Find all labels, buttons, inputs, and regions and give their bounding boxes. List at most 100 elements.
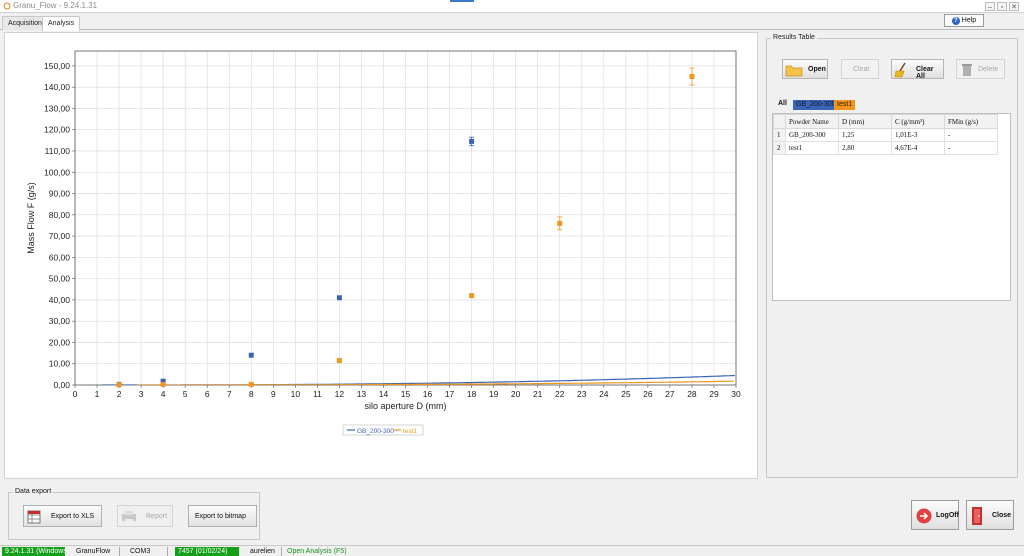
table-row[interactable]: 1 GB_200-300 1,25 1,01E-3 - xyxy=(773,128,998,142)
clear-label: Clear xyxy=(853,66,870,73)
close-label: Close xyxy=(992,512,1012,519)
filter-pill-gb[interactable]: GB_200-300 xyxy=(793,100,839,110)
x-tick-label: 29 xyxy=(709,389,719,399)
row-index: 1 xyxy=(773,128,786,142)
y-axis-label: Mass Flow F (g/s) xyxy=(26,182,36,254)
x-tick-label: 20 xyxy=(511,389,521,399)
x-tick-label: 3 xyxy=(139,389,144,399)
title-accent xyxy=(450,0,474,2)
x-tick-label: 16 xyxy=(423,389,433,399)
broom-icon xyxy=(894,62,906,78)
app-icon xyxy=(3,2,11,10)
chart-legend: GB_200-300 test1 xyxy=(342,424,424,436)
printer-icon xyxy=(122,511,136,523)
data-point xyxy=(469,293,475,299)
open-label: Open xyxy=(808,66,826,73)
results-panel: Results Table Open Clear Clear All Delet… xyxy=(766,34,1018,478)
cell-c: 1,01E-3 xyxy=(891,128,945,142)
data-point xyxy=(116,382,122,388)
export-legend: Data export xyxy=(13,488,54,495)
help-icon: ? xyxy=(951,17,960,25)
cell-powder-name: GB_200-300 xyxy=(785,128,839,142)
status-bar: 9.24.1.31 (Windows) GranuFlow COM3 7457 … xyxy=(0,545,1024,556)
close-button[interactable]: Close xyxy=(966,500,1014,530)
logoff-button[interactable]: LogOff xyxy=(911,500,959,530)
x-tick-label: 23 xyxy=(577,389,587,399)
legend-label: test1 xyxy=(403,428,417,435)
x-tick-label: 21 xyxy=(533,389,543,399)
x-tick-label: 24 xyxy=(599,389,609,399)
x-tick-label: 2 xyxy=(117,389,122,399)
y-tick-label: 110,00 xyxy=(45,146,71,156)
y-tick-label: 10,00 xyxy=(49,359,71,369)
cell-d: 2,80 xyxy=(838,141,892,155)
x-tick-label: 10 xyxy=(291,389,301,399)
x-tick-label: 7 xyxy=(227,389,232,399)
report-label: Report xyxy=(146,513,168,520)
column-header-c[interactable]: C (g/mm³) xyxy=(891,114,945,129)
table-header-row: Powder Name D (mm) C (g/mm³) FMin (g/s) xyxy=(773,114,998,129)
y-tick-label: 70,00 xyxy=(49,231,71,241)
x-tick-label: 13 xyxy=(357,389,367,399)
x-tick-label: 11 xyxy=(313,389,322,399)
cell-d: 1,25 xyxy=(838,128,892,142)
open-button[interactable]: Open xyxy=(782,59,828,79)
x-tick-label: 30 xyxy=(731,389,741,399)
y-tick-label: 130,00 xyxy=(44,103,70,113)
filter-pill-test1[interactable]: test1 xyxy=(834,100,856,110)
y-tick-label: 90,00 xyxy=(49,189,71,199)
data-point xyxy=(248,352,254,358)
y-tick-label: 60,00 xyxy=(49,252,71,262)
tab-acquisition[interactable]: Acquisition xyxy=(2,16,48,30)
x-tick-label: 14 xyxy=(379,389,389,399)
filter-all[interactable]: All xyxy=(778,100,787,107)
x-tick-label: 9 xyxy=(271,389,276,399)
report-button[interactable]: Report xyxy=(117,505,173,527)
y-tick-label: 0,00 xyxy=(53,380,70,390)
series-GB_200-300 xyxy=(102,136,735,387)
y-tick-label: 20,00 xyxy=(49,337,71,347)
cell-fmin: - xyxy=(944,141,998,155)
window-title: Granu_Flow - 9.24.1.31 xyxy=(13,1,98,10)
delete-button[interactable]: Delete xyxy=(956,59,1005,79)
legend-label: GB_200-300 xyxy=(357,428,394,435)
y-tick-label: 80,00 xyxy=(49,210,71,220)
close-window-icon[interactable]: ✕ xyxy=(1009,2,1019,11)
clear-all-button[interactable]: Clear All xyxy=(891,59,944,80)
data-point xyxy=(469,138,475,144)
export-bitmap-button[interactable]: Export to bitmap xyxy=(188,505,257,527)
y-tick-label: 50,00 xyxy=(49,274,71,284)
export-xls-label: Export to XLS xyxy=(51,513,95,520)
x-tick-label: 22 xyxy=(555,389,565,399)
column-header-d[interactable]: D (mm) xyxy=(838,114,892,129)
trash-icon xyxy=(962,64,972,76)
y-tick-label: 40,00 xyxy=(49,295,71,305)
folder-icon xyxy=(785,65,803,77)
spreadsheet-icon xyxy=(27,510,41,524)
table-row[interactable]: 2 test1 2,80 4,67E-4 - xyxy=(773,141,998,155)
logoff-icon xyxy=(916,508,932,524)
grid xyxy=(74,51,737,386)
maximize-icon[interactable]: ▫ xyxy=(997,2,1007,11)
tab-bar: Acquisition Analysis xyxy=(0,14,1024,31)
export-xls-button[interactable]: Export to XLS xyxy=(23,505,102,527)
data-point xyxy=(336,358,342,364)
y-tick-label: 140,00 xyxy=(44,82,70,92)
tab-analysis[interactable]: Analysis xyxy=(42,16,81,31)
column-header-fmin[interactable]: FMin (g/s) xyxy=(944,114,998,129)
x-tick-label: 26 xyxy=(643,389,653,399)
column-header-powder-name[interactable]: Powder Name xyxy=(785,114,839,129)
x-tick-label: 6 xyxy=(205,389,210,399)
x-tick-label: 15 xyxy=(401,389,411,399)
y-tick-label: 30,00 xyxy=(49,316,71,326)
help-button[interactable]: ? Help xyxy=(944,14,984,27)
x-tick-label: 0 xyxy=(73,389,78,399)
y-tick-label: 150,00 xyxy=(44,61,70,71)
data-point xyxy=(689,74,695,80)
x-tick-label: 27 xyxy=(665,389,675,399)
minimize-icon[interactable]: – xyxy=(985,2,995,11)
results-table: Powder Name D (mm) C (g/mm³) FMin (g/s) … xyxy=(772,113,1011,301)
x-tick-label: 25 xyxy=(621,389,631,399)
series-test1 xyxy=(116,67,734,388)
clear-button[interactable]: Clear xyxy=(841,59,879,79)
